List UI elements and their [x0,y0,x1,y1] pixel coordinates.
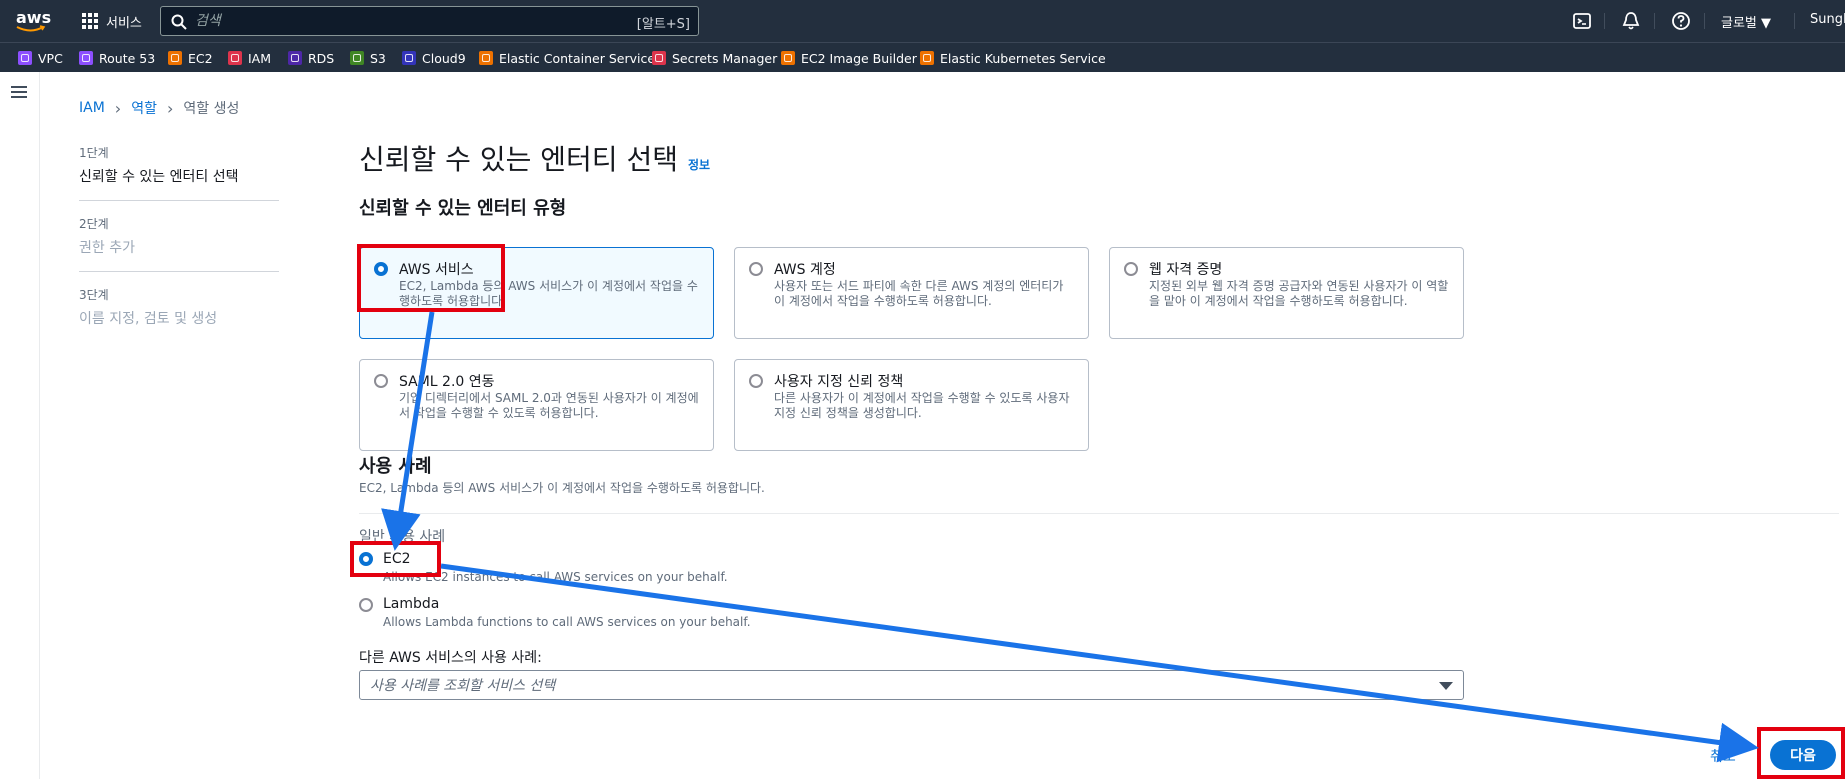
tile-saml-federation[interactable]: SAML 2.0 연동 기업 디렉터리에서 SAML 2.0과 연동된 사용자가… [359,359,714,451]
caret-down-icon [1439,682,1453,690]
secrets-manager-icon [652,51,666,65]
radio-aws-account[interactable] [749,262,763,276]
favorite-ecs[interactable]: Elastic Container Service [479,49,655,67]
help-icon[interactable] [1671,11,1691,31]
favorite-secrets-manager[interactable]: Secrets Manager [652,49,777,67]
notifications-bell-icon[interactable] [1621,11,1641,31]
wizard-step-1: 1단계 신뢰할 수 있는 엔터티 선택 [79,144,279,201]
common-usecases-heading: 일반 사용 사례 [359,529,446,545]
region-selector[interactable]: 글로벌 ▼ [1721,12,1771,31]
search-icon [171,14,187,30]
tile-aws-service[interactable]: AWS 서비스 EC2, Lambda 등의 AWS 서비스가 이 계정에서 작… [359,247,714,339]
radio-ec2[interactable] [359,552,373,566]
search-input[interactable] [195,11,575,31]
grid-icon [82,13,98,29]
wizard-step-2: 2단계 권한 추가 [79,215,279,272]
aws-smile-icon [16,25,46,32]
search-shortcut-hint: [알트+S] [636,17,690,32]
ec2-icon [168,51,182,65]
rds-icon [288,51,302,65]
tile-custom-trust-policy[interactable]: 사용자 지정 신뢰 정책 다른 사용자가 이 계정에서 작업을 수행할 수 있도… [734,359,1089,451]
menu-icon[interactable] [11,86,27,98]
favorite-route53[interactable]: Route 53 [79,49,155,67]
wizard-steps: 1단계 신뢰할 수 있는 엔터티 선택 2단계 권한 추가 3단계 이름 지정,… [79,144,279,356]
tile-web-identity[interactable]: 웹 자격 증명 지정된 외부 웹 자격 증명 공급자와 연동된 사용자가 이 역… [1109,247,1464,339]
cloud9-icon [402,51,416,65]
page-title: 신뢰할 수 있는 엔터티 선택 [359,143,678,176]
vpc-icon [18,51,32,65]
favorites-bar: VPC Route 53 EC2 IAM RDS S3 Cloud9 Elast… [0,42,1845,72]
route53-icon [79,51,93,65]
favorite-ec2[interactable]: EC2 [168,49,213,67]
favorite-cloud9[interactable]: Cloud9 [402,49,466,67]
search-box: [알트+S] [160,6,699,36]
cancel-button[interactable]: 취소 [1710,746,1736,766]
radio-aws-service[interactable] [374,262,388,276]
usecase-description: EC2, Lambda 등의 AWS 서비스가 이 계정에서 작업을 수행하도록… [359,481,765,495]
page-header: 신뢰할 수 있는 엔터티 선택 정보 [359,138,710,178]
breadcrumb-iam[interactable]: IAM [79,100,105,116]
eks-icon [920,51,934,65]
favorite-s3[interactable]: S3 [350,49,386,67]
breadcrumb: IAM › 역할 › 역할 생성 [79,98,239,118]
services-menu-button[interactable]: 서비스 [82,10,142,32]
ec2-image-builder-icon [781,51,795,65]
chevron-right-icon: › [114,98,122,118]
account-menu[interactable]: SungD [1810,12,1845,27]
service-usecase-select[interactable] [359,670,1464,700]
tile-aws-account[interactable]: AWS 계정 사용자 또는 서드 파티에 속한 다른 AWS 계정의 엔터티가 … [734,247,1089,339]
breadcrumb-roles[interactable]: 역할 [131,98,157,118]
wizard-step-3: 3단계 이름 지정, 검토 및 생성 [79,288,218,327]
favorite-ec2-image-builder[interactable]: EC2 Image Builder [781,49,917,67]
s3-icon [350,51,364,65]
divider [359,513,1839,514]
other-service-usecase-label: 다른 AWS 서비스의 사용 사례: [359,650,542,666]
favorite-eks[interactable]: Elastic Kubernetes Service [920,49,1106,67]
iam-icon [228,51,242,65]
radio-web-identity[interactable] [1124,262,1138,276]
breadcrumb-current: 역할 생성 [183,101,240,117]
ecs-icon [479,51,493,65]
radio-custom-trust-policy[interactable] [749,374,763,388]
usecase-heading: 사용 사례 [359,456,432,477]
chevron-right-icon: › [166,98,174,118]
next-button[interactable]: 다음 [1770,740,1836,770]
info-link[interactable]: 정보 [688,156,710,173]
radio-lambda[interactable] [359,598,373,612]
service-usecase-select-input[interactable] [370,676,1270,696]
favorite-iam[interactable]: IAM [228,49,271,67]
aws-logo[interactable]: aws [16,8,51,34]
arrow-to-next [440,563,1759,763]
favorite-vpc[interactable]: VPC [18,49,63,67]
top-navigation: aws 서비스 [알트+S] 글로벌 ▼ SungD [0,0,1845,42]
favorite-rds[interactable]: RDS [288,49,334,67]
entity-type-heading: 신뢰할 수 있는 엔터티 유형 [359,198,567,219]
side-navigation-rail [0,72,40,779]
cloudshell-icon[interactable] [1572,11,1592,31]
radio-saml-federation[interactable] [374,374,388,388]
